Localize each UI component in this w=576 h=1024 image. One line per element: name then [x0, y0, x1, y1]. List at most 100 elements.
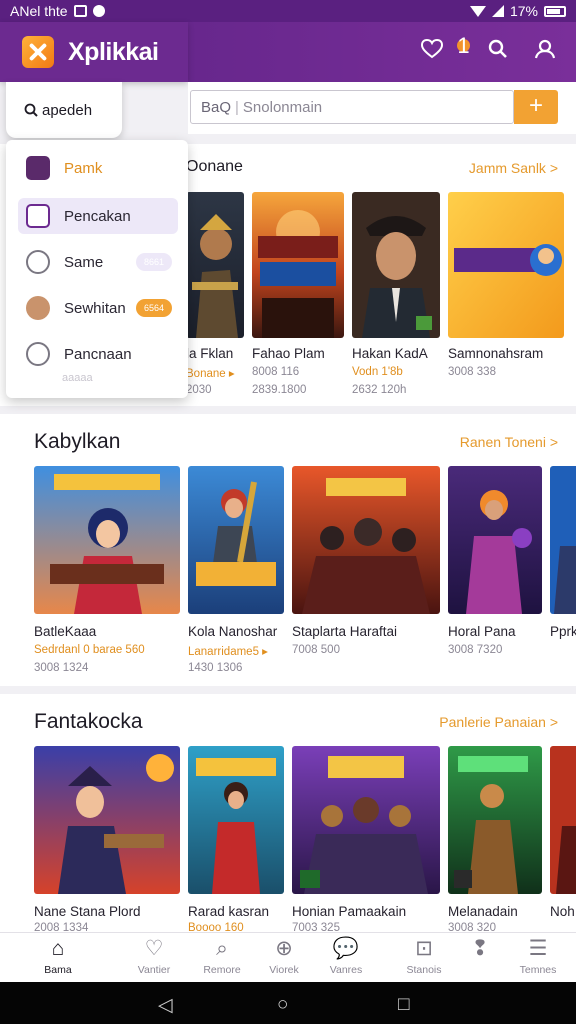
nav-chat[interactable]: 💬 Vanres — [314, 937, 378, 981]
game-title: Hakan KadA — [352, 346, 428, 361]
search-input[interactable] — [242, 98, 443, 116]
game-subtitle: 8008 116 — [252, 366, 300, 378]
menu-item-pencakan[interactable]: Pencakan — [18, 198, 178, 234]
nav-store[interactable]: ⊡ Stanois — [392, 937, 456, 981]
game-card[interactable]: Samnonahsram 3008 338 — [448, 192, 564, 402]
game-card[interactable]: Nane Stana Plord 2008 1334 — [34, 746, 180, 932]
app-screen: ANel thte 17% Xplikkai 1 BaQ | Snolonmai… — [0, 0, 576, 1024]
menu-faded-text: ааааа — [62, 372, 93, 384]
game-thumbnail — [550, 746, 576, 894]
search-icon: ⌕ — [216, 937, 228, 960]
home-circle-icon[interactable]: ○ — [277, 994, 288, 1016]
game-card[interactable]: Rarad kasran Boooo 160 — [188, 746, 284, 932]
game-subtitle: 3008 320 — [448, 922, 496, 932]
menu-item-pancnaan[interactable]: Pancnaan — [18, 336, 178, 372]
game-title: Nane Stana Plord — [34, 904, 141, 919]
game-subtitle: Lanarridame5 ▸ — [188, 646, 268, 658]
game-card[interactable]: BatleKaaa Sedrdanl 0 barae 560 3008 1324 — [34, 466, 180, 680]
battery-icon — [544, 5, 566, 17]
game-subtitle: Sedrdanl 0 barae 560 — [34, 644, 145, 656]
game-thumbnail — [448, 192, 564, 338]
game-card[interactable]: Honian Pamaakain 7003 325 — [292, 746, 440, 932]
game-subtitle: Vodn 1'8b — [352, 366, 403, 378]
heart-icon — [420, 38, 443, 59]
menu-item-label: Pancnaan — [64, 345, 132, 363]
recents-icon[interactable]: □ — [398, 994, 409, 1016]
profile-button[interactable] — [534, 39, 556, 65]
menu-item-same[interactable]: Same 8661 — [18, 244, 178, 280]
game-card[interactable]: la Fklan Bonane ▸ 2030 — [186, 192, 244, 402]
game-title: Honian Pamaakain — [292, 904, 407, 919]
game-card[interactable]: Kola Nanoshar Lanarridame5 ▸ 1430 1306 — [188, 466, 284, 680]
game-thumbnail — [448, 466, 542, 614]
section-see-all-link[interactable]: Panlerie Panaian > — [439, 714, 558, 730]
app-bar: Xplikkai 1 — [0, 22, 576, 82]
search-prefix: BaQ — [201, 98, 232, 116]
game-title: Pprk — [550, 624, 576, 639]
bottom-nav: ⌂ Bama ♡ Vantier ⌕ Remore ⊕ Viorek 💬 Van… — [0, 932, 576, 982]
hint-icon: ❢ — [471, 937, 489, 960]
add-button[interactable]: + — [514, 90, 558, 124]
menu-item-pamk[interactable]: Pamk — [18, 150, 178, 186]
favorites-button[interactable]: 1 — [420, 35, 470, 65]
calendar-icon — [26, 204, 50, 228]
menu-badge: 8661 — [136, 253, 172, 271]
game-thumbnail — [550, 466, 576, 614]
menu-item-sewhitan[interactable]: Sewhitan 6564 — [18, 290, 178, 326]
search-icon — [488, 39, 507, 58]
game-card[interactable]: Noh — [550, 746, 576, 932]
game-title: Kola Nanoshar — [188, 624, 278, 639]
game-meta: 2839.1800 — [252, 384, 307, 396]
nav-add[interactable]: ⊕ Viorek — [252, 937, 316, 981]
add-icon: ⊕ — [275, 937, 293, 960]
game-title: Melanadain — [448, 904, 518, 919]
battery-percent: 17% — [509, 3, 538, 19]
game-thumbnail — [188, 746, 284, 894]
nav-search[interactable]: ⌕ Remore — [190, 937, 254, 981]
section-title: Fantakocka — [34, 710, 143, 733]
game-card[interactable]: Pprk — [550, 466, 576, 680]
game-subtitle: Bonane ▸ — [186, 368, 235, 380]
game-subtitle: 3008 338 — [448, 366, 496, 378]
system-nav-bar: ◁ ○ □ — [0, 982, 576, 1024]
game-title: Fahao Plam — [252, 346, 325, 361]
game-title: Rarad kasran — [188, 904, 270, 919]
game-subtitle: 2008 1334 — [34, 922, 89, 932]
search-icon — [24, 103, 38, 117]
game-subtitle: 7008 500 — [292, 644, 340, 656]
game-title: Horal Pana — [448, 624, 516, 639]
search-field[interactable]: BaQ | — [190, 90, 514, 124]
nav-label: Temnes — [519, 964, 557, 976]
nav-label: Stanois — [406, 964, 442, 976]
game-card[interactable]: Fahao Plam 8008 116 2839.1800 — [252, 192, 344, 402]
section-see-all-link[interactable]: Ranen Toneni > — [460, 434, 558, 450]
app-name: Xplikkai — [68, 37, 159, 66]
game-card[interactable]: Horal Pana 3008 7320 — [448, 466, 542, 680]
account-selector[interactable]: apedeh — [6, 82, 122, 138]
nav-home[interactable]: ⌂ Bama — [26, 937, 90, 981]
nav-favorites[interactable]: ♡ Vantier — [122, 937, 186, 981]
nav-menu[interactable]: ☰ Temnes — [506, 937, 570, 981]
game-card[interactable]: Melanadain 3008 320 — [448, 746, 542, 932]
brand[interactable]: Xplikkai — [0, 22, 188, 82]
dropdown-menu: Pamk Pencakan Same 8661 Sewhitan 6564 Pa… — [6, 140, 188, 398]
search-button[interactable] — [488, 39, 508, 65]
game-meta: 2632 120h — [352, 384, 407, 396]
game-title: la Fklan — [186, 346, 234, 361]
nav-hint[interactable]: ❢ — [448, 937, 512, 981]
app-logo-icon — [22, 36, 54, 68]
section-fantakocka: Fantakocka Panlerie Panaian > Nane Stana… — [0, 694, 576, 932]
game-title: Staplarta Haraftai — [292, 624, 398, 639]
game-subtitle: 3008 7320 — [448, 644, 503, 656]
back-icon[interactable]: ◁ — [158, 994, 173, 1017]
section-kabylkan: Kabylkan Ranen Toneni > BatleKaaa Sedrda… — [0, 414, 576, 686]
home-icon: ⌂ — [51, 937, 65, 960]
game-card[interactable]: Hakan KadA Vodn 1'8b 2632 120h — [352, 192, 440, 402]
menu-badge: 6564 — [136, 299, 172, 317]
game-card[interactable]: Staplarta Haraftai 7008 500 — [292, 466, 440, 680]
menu-item-label: Same — [64, 253, 104, 271]
section-see-all-link[interactable]: Jamm Sanlk > — [469, 160, 558, 176]
game-thumbnail — [252, 192, 344, 338]
wifi-icon — [469, 5, 486, 17]
menu-icon: ☰ — [528, 937, 548, 960]
